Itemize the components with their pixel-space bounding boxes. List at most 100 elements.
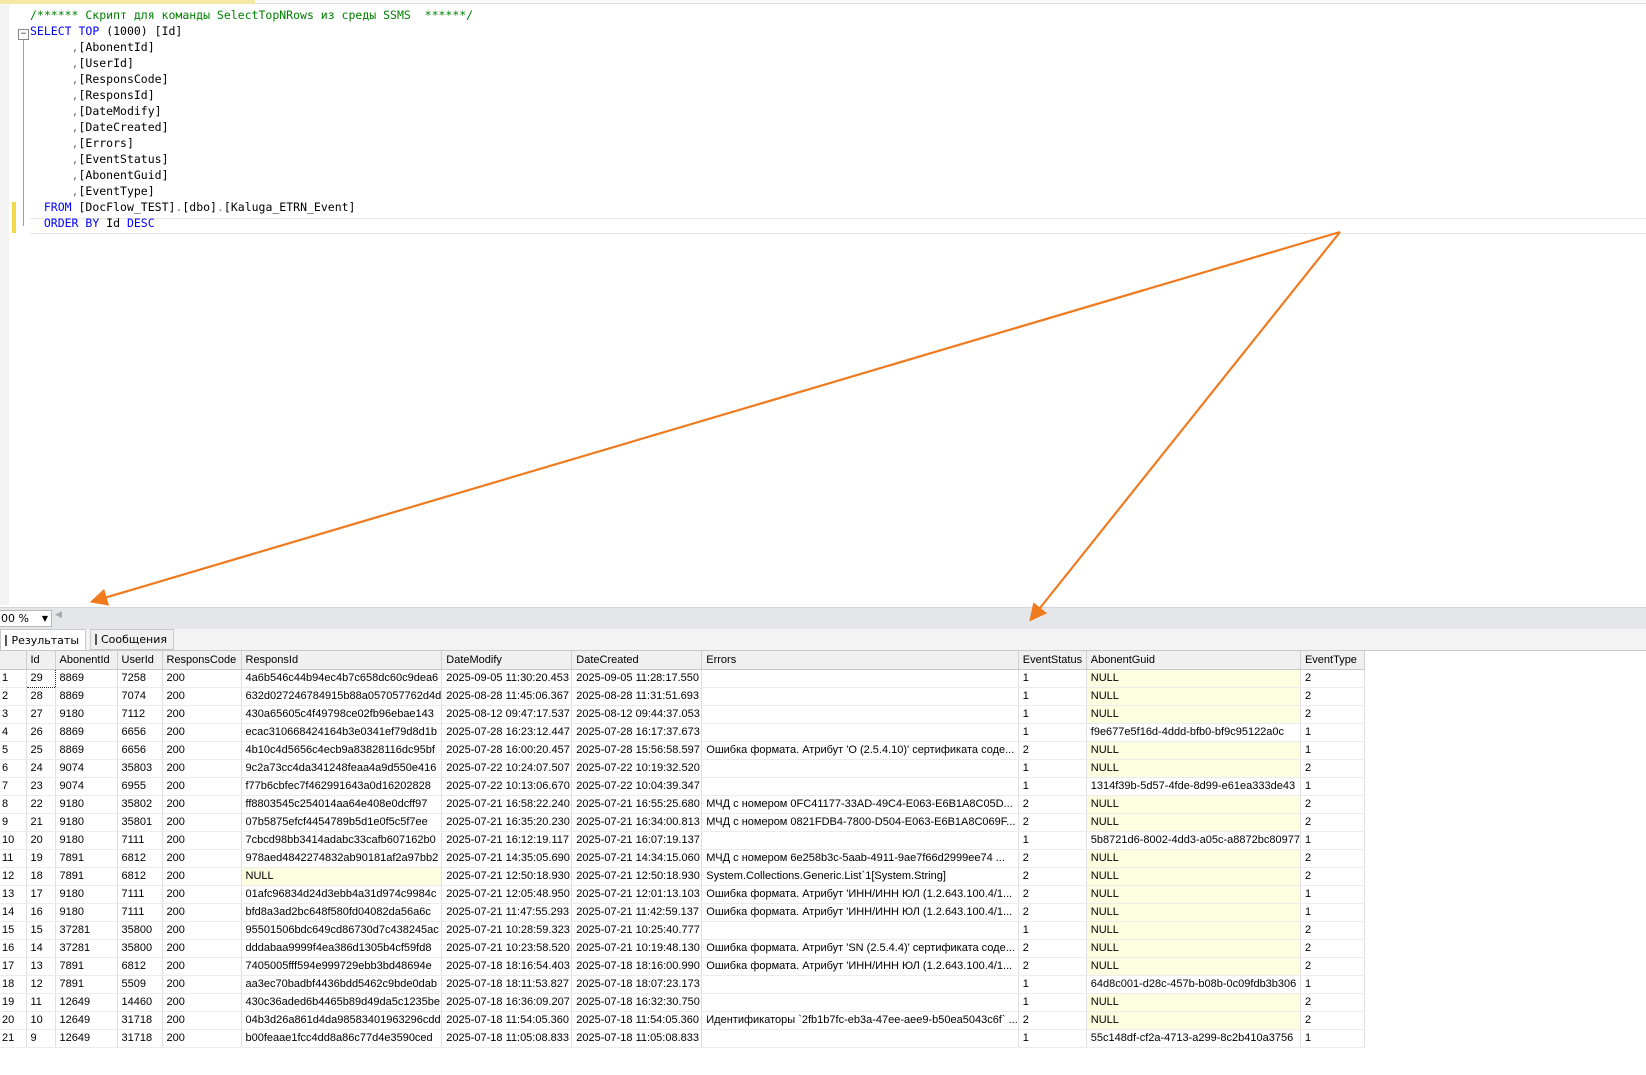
row-number-header[interactable] — [0, 651, 27, 670]
cell-abonentid[interactable]: 37281 — [55, 921, 118, 940]
cell-errors[interactable] — [701, 687, 1019, 706]
cell-datecreated[interactable]: 2025-07-28 16:17:37.673 — [571, 723, 703, 742]
cell-responscode[interactable]: 200 — [162, 975, 242, 994]
cell-responsid[interactable]: 07b5875efcf4454789b5d1e0f5c5f7ee — [241, 813, 443, 832]
cell-responsid[interactable]: 7405005fff594e999729ebb3bd48694e — [241, 957, 443, 976]
row-number[interactable]: 19 — [0, 993, 27, 1012]
cell-eventstatus[interactable]: 2 — [1018, 849, 1087, 868]
cell-errors[interactable]: Ошибка формата. Атрибут 'ИНН/ИНН ЮЛ (1.2… — [701, 957, 1019, 976]
row-number[interactable]: 7 — [0, 777, 27, 796]
table-row[interactable]: 21 9 12649 31718 200 b00feaae1fcc4dd8a86c77d4… — [0, 1029, 1365, 1048]
row-number[interactable]: 14 — [0, 903, 27, 922]
cell-eventstatus[interactable]: 2 — [1018, 1011, 1087, 1030]
cell-eventtype[interactable]: 2 — [1300, 921, 1365, 940]
cell-datemodify[interactable]: 2025-07-28 16:23:12.447 — [441, 723, 573, 742]
cell-responscode[interactable]: 200 — [162, 741, 242, 760]
table-row[interactable]: 15 15 37281 35800 200 95501506bdc649cd86730d7… — [0, 921, 1365, 940]
cell-responsid[interactable]: 632d027246784915b88a057057762d4d — [241, 687, 443, 706]
cell-eventtype[interactable]: 2 — [1300, 813, 1365, 832]
cell-id[interactable]: 17 — [26, 885, 56, 904]
cell-abonentid[interactable]: 8869 — [55, 723, 118, 742]
scroll-left-icon[interactable]: ◀ — [55, 610, 62, 620]
cell-eventstatus[interactable]: 1 — [1018, 921, 1087, 940]
cell-errors[interactable] — [701, 777, 1019, 796]
cell-eventstatus[interactable]: 2 — [1018, 867, 1087, 886]
cell-datemodify[interactable]: 2025-07-22 10:13:06.670 — [441, 777, 573, 796]
cell-errors[interactable]: System.Collections.Generic.List`1[System… — [701, 867, 1019, 886]
cell-responsid[interactable]: 01afc96834d24d3ebb4a31d974c9984c — [241, 885, 443, 904]
table-row[interactable]: 18 12 7891 5509 200 aa3ec70badbf4436bdd5462c9… — [0, 975, 1365, 994]
code-line[interactable]: ,[Errors] — [30, 135, 473, 151]
row-number[interactable]: 6 — [0, 759, 27, 778]
cell-userid[interactable]: 7112 — [117, 705, 163, 724]
cell-datecreated[interactable]: 2025-07-21 12:50:18.930 — [571, 867, 703, 886]
cell-id[interactable]: 14 — [26, 939, 56, 958]
cell-responscode[interactable]: 200 — [162, 939, 242, 958]
cell-datecreated[interactable]: 2025-07-21 16:55:25.680 — [571, 795, 703, 814]
cell-responsid[interactable]: 430c36aded6b4465b89d49da5c1235be — [241, 993, 443, 1012]
cell-id[interactable]: 13 — [26, 957, 56, 976]
table-row[interactable]: 10 20 9180 7111 200 7cbcd98bb3414adabc33cafb6… — [0, 831, 1365, 850]
cell-datecreated[interactable]: 2025-07-21 16:07:19.137 — [571, 831, 703, 850]
cell-responscode[interactable]: 200 — [162, 903, 242, 922]
table-row[interactable]: 7 23 9074 6955 200 f77b6cbfec7f462991643a0d16… — [0, 777, 1365, 796]
cell-id[interactable]: 29 — [25, 668, 56, 688]
cell-eventstatus[interactable]: 1 — [1018, 777, 1087, 796]
cell-id[interactable]: 12 — [26, 975, 56, 994]
cell-eventstatus[interactable]: 2 — [1018, 741, 1087, 760]
table-row[interactable]: 4 26 8869 6656 200 ecac310668424164b3e0341ef7… — [0, 723, 1365, 742]
code-line[interactable]: ,[DateCreated] — [30, 119, 473, 135]
cell-eventtype[interactable]: 1 — [1300, 975, 1365, 994]
chevron-down-icon[interactable]: ▼ — [42, 611, 48, 626]
cell-responscode[interactable]: 200 — [162, 813, 242, 832]
row-number[interactable]: 17 — [0, 957, 27, 976]
cell-userid[interactable]: 35801 — [117, 813, 163, 832]
cell-abonentid[interactable]: 8869 — [55, 669, 118, 688]
cell-datecreated[interactable]: 2025-07-21 16:34:00.813 — [571, 813, 703, 832]
cell-eventstatus[interactable]: 2 — [1018, 885, 1087, 904]
cell-abonentguid[interactable]: NULL — [1086, 669, 1301, 688]
cell-eventtype[interactable]: 1 — [1300, 903, 1365, 922]
results-table[interactable]: Id AbonentId UserId ResponsCode ResponsId Dat… — [0, 651, 1365, 1048]
cell-abonentguid[interactable]: NULL — [1086, 993, 1301, 1012]
cell-responscode[interactable]: 200 — [162, 1011, 242, 1030]
cell-userid[interactable]: 6812 — [117, 957, 163, 976]
cell-datemodify[interactable]: 2025-07-18 18:11:53.827 — [441, 975, 573, 994]
cell-id[interactable]: 27 — [26, 705, 56, 724]
cell-datemodify[interactable]: 2025-07-18 11:54:05.360 — [441, 1011, 573, 1030]
cell-abonentguid[interactable]: NULL — [1086, 957, 1301, 976]
cell-responsid[interactable]: b00feaae1fcc4dd8a86c77d4e3590ced — [241, 1029, 443, 1048]
code-line[interactable]: ,[ResponsCode] — [30, 71, 473, 87]
cell-datecreated[interactable]: 2025-07-18 16:32:30.750 — [571, 993, 703, 1012]
cell-id[interactable]: 21 — [26, 813, 56, 832]
table-row[interactable]: 11 19 7891 6812 200 978aed4842274832ab90181af… — [0, 849, 1365, 868]
code-line[interactable]: FROM [DocFlow_TEST].[dbo].[Kaluga_ETRN_E… — [30, 199, 473, 215]
cell-errors[interactable]: Ошибка формата. Атрибут 'O (2.5.4.10)' с… — [701, 741, 1019, 760]
row-number[interactable]: 16 — [0, 939, 27, 958]
cell-datecreated[interactable]: 2025-07-18 11:05:08.833 — [571, 1029, 703, 1048]
cell-eventtype[interactable]: 1 — [1300, 885, 1365, 904]
cell-eventstatus[interactable]: 1 — [1018, 669, 1087, 688]
cell-responsid[interactable]: 7cbcd98bb3414adabc33cafb607162b0 — [241, 831, 443, 850]
cell-datemodify[interactable]: 2025-07-21 10:28:59.323 — [441, 921, 573, 940]
code-line[interactable]: ORDER BY Id DESC — [30, 215, 473, 231]
cell-datemodify[interactable]: 2025-07-18 11:05:08.833 — [441, 1029, 573, 1048]
cell-abonentid[interactable]: 9180 — [55, 795, 118, 814]
cell-errors[interactable] — [701, 723, 1019, 742]
tab-messages[interactable]: Сообщения — [90, 629, 174, 650]
cell-responscode[interactable]: 200 — [162, 1029, 242, 1048]
cell-responsid[interactable]: 4a6b546c44b94ec4b7c658dc60c9dea6 — [241, 669, 443, 688]
row-number[interactable]: 11 — [0, 849, 27, 868]
cell-datecreated[interactable]: 2025-07-21 14:34:15.060 — [571, 849, 703, 868]
cell-errors[interactable]: МЧД с номером 6e258b3c-5aab-4911-9ae7f66… — [701, 849, 1019, 868]
cell-userid[interactable]: 35800 — [117, 939, 163, 958]
cell-responsid[interactable]: f77b6cbfec7f462991643a0d16202828 — [241, 777, 443, 796]
cell-eventstatus[interactable]: 1 — [1018, 723, 1087, 742]
cell-id[interactable]: 18 — [26, 867, 56, 886]
cell-abonentguid[interactable]: NULL — [1086, 687, 1301, 706]
cell-responscode[interactable]: 200 — [162, 777, 242, 796]
code-line[interactable]: SELECT TOP (1000) [Id] — [30, 23, 473, 39]
cell-errors[interactable] — [701, 993, 1019, 1012]
collapse-icon[interactable]: − — [18, 29, 29, 40]
cell-eventstatus[interactable]: 1 — [1018, 1029, 1087, 1048]
